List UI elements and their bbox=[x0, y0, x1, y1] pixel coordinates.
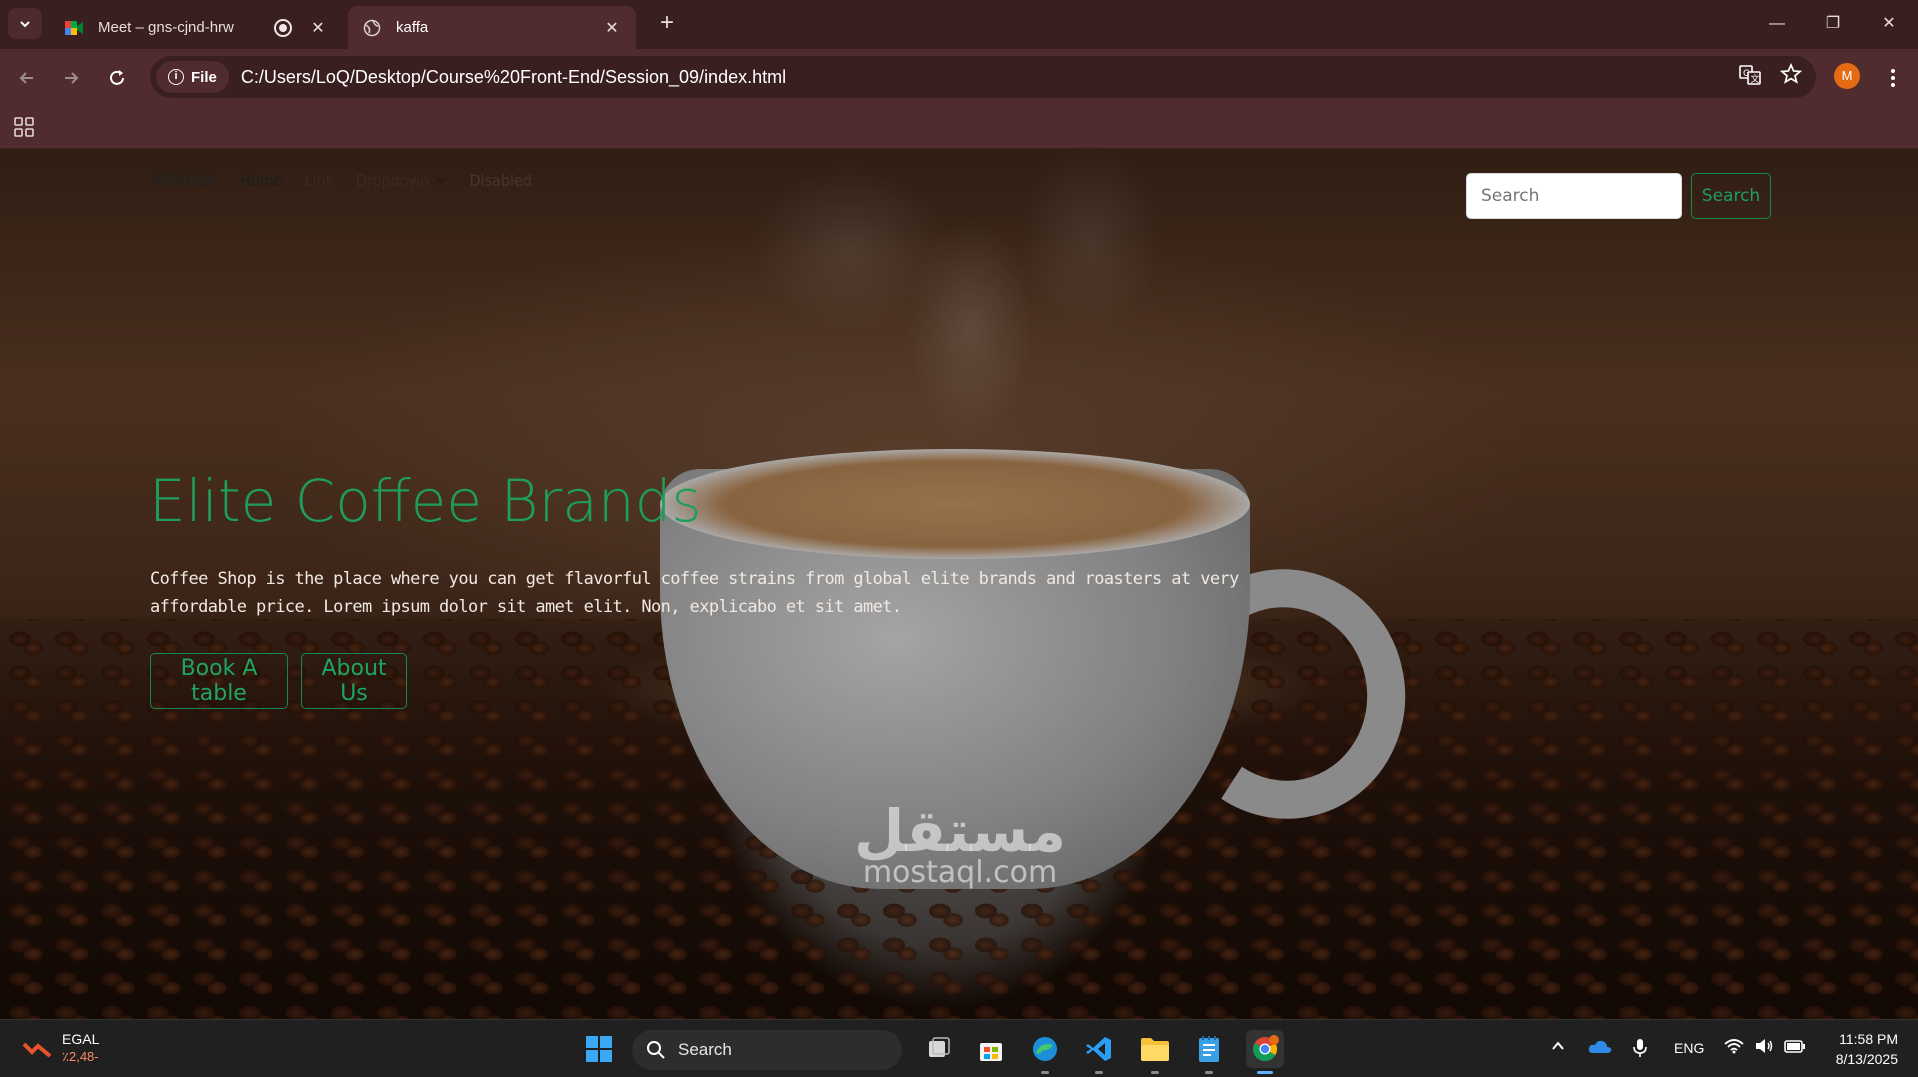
chrome-app[interactable] bbox=[1246, 1030, 1284, 1068]
clock-date: 8/13/2025 bbox=[1835, 1051, 1898, 1067]
file-explorer-app[interactable] bbox=[1136, 1030, 1174, 1068]
watermark-latin: mostaql.com bbox=[862, 855, 1058, 890]
browser-menu-button[interactable] bbox=[1880, 63, 1906, 93]
reload-icon bbox=[110, 70, 124, 85]
edge-browser-icon bbox=[1033, 1037, 1057, 1061]
edge-app[interactable] bbox=[1026, 1030, 1064, 1068]
caret-down-icon bbox=[435, 178, 448, 185]
nav-link-disabled: Disabled bbox=[469, 171, 532, 190]
profile-avatar[interactable]: M bbox=[1834, 63, 1860, 89]
globe-icon bbox=[362, 18, 382, 38]
stock-ticker: EGAL bbox=[62, 1031, 100, 1047]
notepad-app[interactable] bbox=[1190, 1030, 1228, 1068]
notepad-icon bbox=[1199, 1036, 1219, 1062]
translate-icon[interactable]: G文 bbox=[1738, 63, 1762, 87]
tab-kaffa[interactable]: kaffa ✕ bbox=[348, 6, 636, 49]
reload-button[interactable] bbox=[102, 63, 132, 93]
info-icon: i bbox=[168, 69, 184, 85]
vscode-app[interactable] bbox=[1080, 1030, 1118, 1068]
battery-icon[interactable] bbox=[1784, 1038, 1806, 1057]
windows-logo-icon bbox=[586, 1036, 612, 1062]
tray-overflow-icon[interactable] bbox=[1550, 1038, 1566, 1057]
minimize-icon[interactable]: — bbox=[1754, 10, 1800, 38]
close-tab-icon[interactable]: ✕ bbox=[308, 18, 328, 38]
active-indicator bbox=[1257, 1071, 1273, 1074]
site-navbar: Navbar Home Link Dropdown Disabled Searc… bbox=[150, 161, 1771, 219]
mostaql-watermark: مستقل mostaql.com bbox=[840, 800, 1080, 888]
back-button[interactable] bbox=[12, 63, 42, 93]
address-bar[interactable]: i File C:/Users/LoQ/Desktop/Course%20Fro… bbox=[150, 56, 1816, 98]
navbar-links: Home Link Dropdown Disabled bbox=[240, 171, 532, 190]
nav-link-link[interactable]: Link bbox=[305, 171, 334, 190]
vscode-icon bbox=[1086, 1037, 1111, 1061]
arrow-right-icon bbox=[65, 72, 79, 84]
apps-grid-icon[interactable] bbox=[14, 117, 34, 137]
tab-search-button[interactable] bbox=[8, 8, 42, 39]
nav-link-home[interactable]: Home bbox=[240, 171, 283, 190]
tab-title: kaffa bbox=[396, 19, 429, 36]
close-tab-icon[interactable]: ✕ bbox=[602, 18, 622, 38]
kebab-menu-icon bbox=[1891, 69, 1895, 87]
navbar-search-button[interactable]: Search bbox=[1691, 173, 1771, 219]
chrome-icon bbox=[1253, 1035, 1279, 1062]
tab-strip: Meet – gns-cjnd-hrw ✕ kaffa ✕ + — ❐ ✕ bbox=[0, 0, 1918, 49]
start-button[interactable] bbox=[580, 1030, 618, 1068]
scheme-label: File bbox=[191, 68, 217, 86]
restore-icon[interactable]: ❐ bbox=[1810, 10, 1856, 38]
folder-icon bbox=[1141, 1038, 1169, 1061]
chevron-down-icon bbox=[20, 20, 30, 27]
onedrive-icon[interactable] bbox=[1588, 1038, 1612, 1057]
search-icon bbox=[647, 1041, 665, 1059]
taskbar: EGAL ٪2,48- Search ENG 11:58 PM 8/13/202… bbox=[0, 1019, 1918, 1077]
new-tab-button[interactable]: + bbox=[652, 9, 682, 39]
system-clock[interactable]: 11:58 PM 8/13/2025 bbox=[1826, 1029, 1898, 1069]
star-bookmark-icon[interactable] bbox=[1780, 63, 1802, 85]
site-info-chip[interactable]: i File bbox=[156, 61, 229, 93]
running-indicator bbox=[1205, 1071, 1213, 1074]
store-app[interactable] bbox=[972, 1030, 1010, 1068]
navbar-brand[interactable]: Navbar bbox=[150, 167, 215, 191]
wifi-icon[interactable] bbox=[1724, 1038, 1744, 1057]
task-view-icon bbox=[929, 1037, 950, 1057]
clock-time: 11:58 PM bbox=[1839, 1031, 1898, 1047]
running-indicator bbox=[1095, 1071, 1103, 1074]
hero-title: Elite Coffee Brands bbox=[149, 467, 702, 535]
tab-title: Meet – gns-cjnd-hrw bbox=[98, 19, 234, 36]
volume-icon[interactable] bbox=[1754, 1038, 1774, 1057]
tab-meet[interactable]: Meet – gns-cjnd-hrw ✕ bbox=[50, 6, 342, 49]
store-icon bbox=[980, 1043, 1002, 1061]
url-text[interactable]: C:/Users/LoQ/Desktop/Course%20Front-End/… bbox=[241, 67, 786, 88]
bookmarks-bar bbox=[0, 107, 1918, 149]
forward-button[interactable] bbox=[56, 63, 86, 93]
about-us-button[interactable]: About Us bbox=[301, 653, 407, 709]
taskbar-search[interactable]: Search bbox=[632, 1030, 902, 1070]
taskbar-search-label: Search bbox=[678, 1040, 732, 1059]
watermark-arabic: مستقل bbox=[853, 797, 1067, 865]
svg-text:文: 文 bbox=[1751, 73, 1760, 85]
browser-toolbar: i File C:/Users/LoQ/Desktop/Course%20Fro… bbox=[0, 49, 1918, 107]
nav-dropdown-label: Dropdown bbox=[356, 171, 430, 190]
language-indicator[interactable]: ENG bbox=[1674, 1040, 1704, 1056]
book-table-button[interactable]: Book A table bbox=[150, 653, 288, 709]
stock-chart-icon bbox=[22, 1042, 52, 1058]
microphone-icon[interactable] bbox=[1632, 1038, 1648, 1061]
hero-description: Coffee Shop is the place where you can g… bbox=[150, 569, 1239, 617]
recording-icon bbox=[274, 18, 292, 37]
navbar-search-input[interactable] bbox=[1466, 173, 1682, 219]
running-indicator bbox=[1151, 1071, 1159, 1074]
running-indicator bbox=[1041, 1071, 1049, 1074]
close-window-icon[interactable]: ✕ bbox=[1866, 10, 1912, 38]
meet-icon bbox=[64, 18, 84, 38]
nav-dropdown[interactable]: Dropdown bbox=[356, 171, 448, 190]
arrow-left-icon bbox=[19, 72, 33, 84]
task-view-button[interactable] bbox=[920, 1030, 958, 1068]
stock-change: ٪2,48- bbox=[62, 1049, 99, 1064]
stock-widget[interactable]: EGAL ٪2,48- bbox=[22, 1030, 99, 1066]
